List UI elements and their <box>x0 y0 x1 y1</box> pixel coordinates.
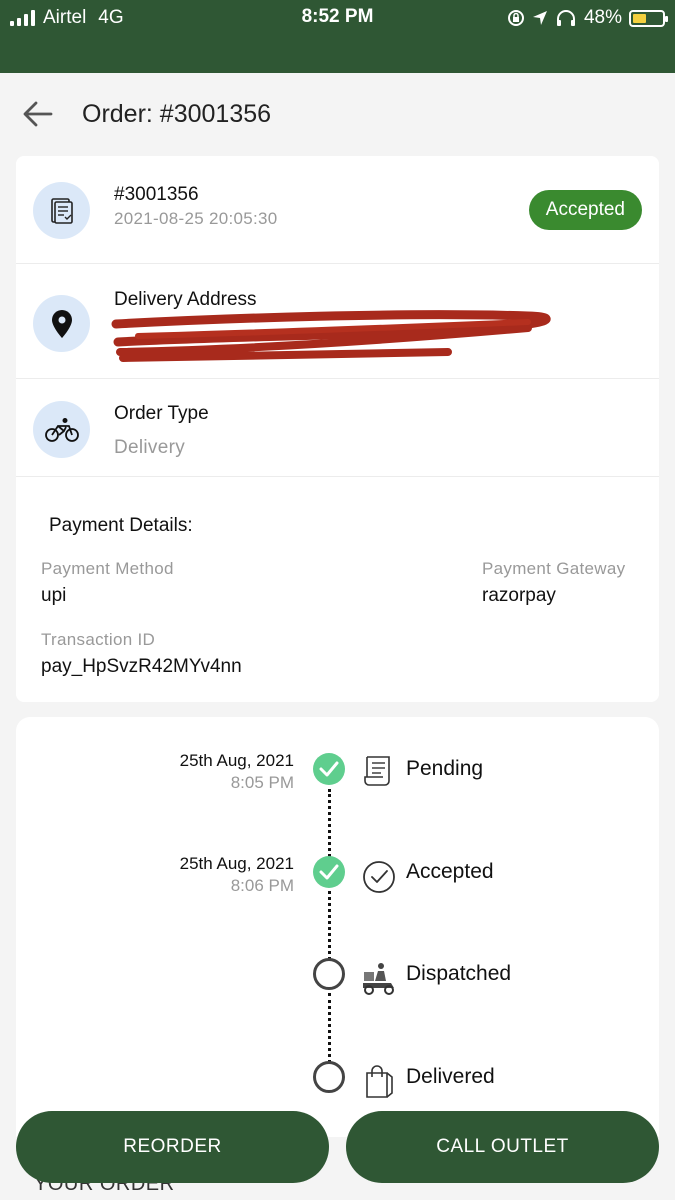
headphones-icon <box>556 10 575 26</box>
rotation-lock-icon <box>507 10 524 26</box>
invoice-icon <box>50 197 73 224</box>
reorder-button[interactable]: REORDER <box>16 1111 329 1183</box>
step-pending-node <box>313 1061 345 1093</box>
arrow-left-icon <box>23 101 53 127</box>
checkmark-icon <box>319 761 339 777</box>
battery-fill <box>633 13 647 23</box>
timeline-step-label: Pending <box>406 757 484 780</box>
payment-gateway-value: razorpay <box>482 585 556 606</box>
order-details-card: #3001356 2021-08-25 20:05:30 Accepted De… <box>16 156 659 702</box>
transaction-id-label: Transaction ID <box>41 630 156 649</box>
page-title: Order: #3001356 <box>82 99 272 128</box>
check-circle-icon <box>363 861 395 893</box>
payment-method-label: Payment Method <box>41 559 174 578</box>
status-right: 48% <box>507 6 668 30</box>
timeline-step-label: Delivered <box>406 1065 495 1088</box>
order-summary-row: #3001356 2021-08-25 20:05:30 Accepted <box>16 156 659 264</box>
timeline-date: 25th Aug, 2021 <box>179 854 294 873</box>
step-complete-node <box>313 856 345 888</box>
battery-icon <box>629 9 668 27</box>
timeline-step-label: Accepted <box>406 860 494 883</box>
back-button[interactable] <box>18 94 58 134</box>
bicycle-icon <box>44 417 79 442</box>
payment-gateway-label: Payment Gateway <box>482 559 626 578</box>
delivery-scooter-icon <box>363 963 394 995</box>
timeline-date: 25th Aug, 2021 <box>179 751 294 770</box>
payment-method-value: upi <box>41 585 67 606</box>
order-number: #3001356 <box>114 184 199 205</box>
shopping-bag-icon <box>366 1065 393 1098</box>
address-icon-circle <box>33 295 90 352</box>
step-complete-node <box>313 753 345 785</box>
timeline-connector <box>328 789 331 857</box>
location-arrow-icon <box>532 11 547 25</box>
order-datetime: 2021-08-25 20:05:30 <box>114 209 278 228</box>
status-badge: Accepted <box>528 190 642 230</box>
order-icon-circle <box>33 182 90 239</box>
order-timeline-card: 25th Aug, 2021 8:05 PM Pending 25th Aug,… <box>16 717 659 1137</box>
timeline-step-label: Dispatched <box>406 962 512 985</box>
step-pending-node <box>313 958 345 990</box>
timeline-connector <box>328 891 331 960</box>
delivery-address-row: Delivery Address <box>16 264 659 379</box>
receipt-icon <box>364 756 390 786</box>
map-pin-icon <box>51 309 72 338</box>
redacted-address-scribble <box>111 310 551 362</box>
battery-percent: 48% <box>583 7 622 28</box>
timeline-time: 8:05 PM <box>230 773 294 792</box>
transaction-id-value: pay_HpSvzR42MYv4nn <box>41 656 242 677</box>
timeline-connector <box>328 993 331 1063</box>
payment-details-title: Payment Details: <box>49 515 193 536</box>
order-type-icon-circle <box>33 401 90 458</box>
call-outlet-button[interactable]: CALL OUTLET <box>346 1111 659 1183</box>
timeline-time: 8:06 PM <box>230 876 294 895</box>
status-bar: Airtel 4G 8:52 PM 48% <box>0 0 675 73</box>
order-type-row: Order Type Delivery <box>16 379 659 477</box>
app-bar: Order: #3001356 <box>0 73 675 155</box>
order-type-value: Delivery <box>114 437 186 458</box>
checkmark-icon <box>319 864 339 880</box>
order-type-label: Order Type <box>114 403 209 424</box>
